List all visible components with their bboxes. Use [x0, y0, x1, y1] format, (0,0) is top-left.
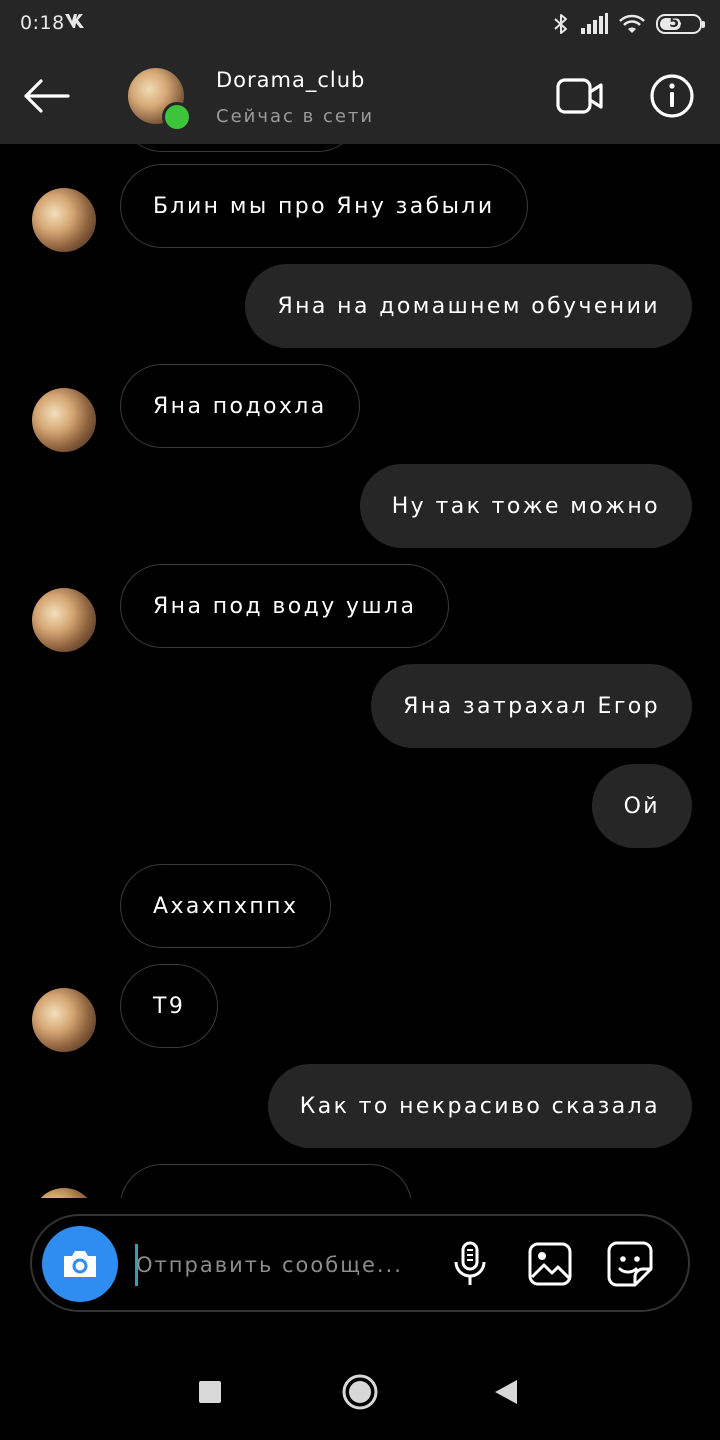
- message-bubble-partial: [120, 1164, 412, 1198]
- message-text: Ой: [623, 793, 660, 819]
- camera-button[interactable]: [42, 1226, 118, 1302]
- battery-text: 59: [669, 15, 689, 31]
- message-bubble[interactable]: Яна на домашнем обучении: [245, 264, 692, 348]
- message-bubble[interactable]: Яна затрахал Егор: [371, 664, 692, 748]
- message-text: Как то некрасиво сказала: [299, 1093, 660, 1119]
- message-input[interactable]: Отправить сообще...: [136, 1242, 426, 1288]
- message-bubble[interactable]: Т9: [120, 964, 219, 1048]
- bluetooth-icon: [554, 14, 567, 34]
- sticker-icon: [607, 1241, 653, 1287]
- message-text: Яна затрахал Егор: [403, 693, 660, 719]
- message-text: Ахахпхппх: [153, 893, 299, 919]
- message-bubble[interactable]: Яна под воду ушла: [120, 564, 450, 648]
- status-icons: 59: [552, 10, 705, 38]
- avatar[interactable]: [32, 188, 96, 252]
- signal-icon: [581, 13, 608, 34]
- message-bubble[interactable]: Ну так тоже можно: [359, 464, 692, 548]
- online-indicator: [162, 102, 192, 132]
- triangle-left-icon: [495, 1380, 517, 1404]
- battery-tip: [702, 21, 705, 28]
- status-time: 0:18: [20, 12, 65, 34]
- online-status: Сейчас в сети: [216, 106, 375, 127]
- back-nav-button[interactable]: [484, 1370, 528, 1414]
- message-text: Яна на домашнем обучении: [277, 293, 660, 319]
- home-button[interactable]: [338, 1370, 382, 1414]
- message-text: Яна подохла: [153, 393, 327, 419]
- message-bubble[interactable]: Блин мы про Яну забыли: [120, 164, 528, 248]
- wifi-icon: [619, 14, 645, 33]
- battery-icon: 59: [656, 14, 705, 34]
- avatar[interactable]: [32, 988, 96, 1052]
- video-call-button[interactable]: [552, 72, 608, 120]
- message-text: Ну так тоже можно: [391, 493, 660, 519]
- recents-button[interactable]: [188, 1370, 232, 1414]
- chat-header: Dorama_club Сейчас в сети: [0, 48, 720, 144]
- arrow-left-icon: [24, 79, 70, 113]
- camera-icon: [64, 1251, 96, 1277]
- video-camera-icon: [556, 78, 603, 114]
- message-bubble[interactable]: Ахахпхппх: [120, 864, 332, 948]
- square-icon: [199, 1381, 221, 1403]
- message-list[interactable]: Блин мы про Яну забыли Яна на домашнем о…: [0, 144, 720, 1198]
- sticker-button[interactable]: [604, 1238, 656, 1290]
- message-text: Блин мы про Яну забыли: [153, 193, 495, 219]
- message-bubble[interactable]: Ой: [591, 764, 692, 848]
- info-button[interactable]: [646, 72, 698, 120]
- chat-title[interactable]: Dorama_club: [216, 68, 365, 92]
- microphone-icon: [454, 1241, 486, 1285]
- gallery-button[interactable]: [524, 1238, 576, 1290]
- message-bubble[interactable]: Как то некрасиво сказала: [267, 1064, 692, 1148]
- info-icon: [650, 74, 694, 118]
- message-text: Т9: [153, 993, 186, 1019]
- avatar[interactable]: [32, 388, 96, 452]
- back-button[interactable]: [18, 70, 74, 122]
- message-text: Яна под воду ушла: [153, 593, 417, 619]
- avatar-partial[interactable]: [32, 1188, 96, 1198]
- message-bubble-partial: [120, 144, 360, 152]
- status-bar: 0:18 59: [0, 0, 720, 48]
- navigation-bar: [0, 1340, 720, 1440]
- microphone-button[interactable]: [444, 1238, 496, 1290]
- avatar[interactable]: [32, 588, 96, 652]
- image-icon: [528, 1242, 572, 1286]
- message-bubble[interactable]: Яна подохла: [120, 364, 360, 448]
- message-composer: Отправить сообще...: [30, 1214, 690, 1312]
- circle-icon: [342, 1374, 378, 1410]
- vk-icon: [64, 11, 88, 33]
